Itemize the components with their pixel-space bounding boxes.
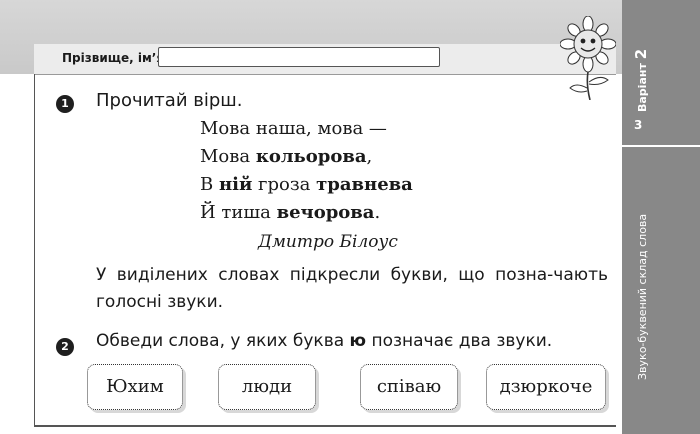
highlighted-word: ній (218, 174, 253, 195)
poem-text: Мова наша, мова — (200, 118, 387, 139)
name-bar: Прізвище, ім’я: (34, 44, 616, 75)
variant-label: Варіант 2 (632, 48, 650, 112)
poem-author: Дмитро Білоус (258, 232, 398, 252)
poem-line: Мова наша, мова — (200, 118, 387, 139)
word-box[interactable]: люди (218, 364, 316, 410)
task1-instruction: У виділених словах підкресли букви, що п… (96, 265, 608, 312)
poem-text: , (366, 146, 373, 167)
page-number: 3 (634, 118, 643, 132)
frame-left-line (34, 74, 35, 426)
highlighted-word: травнева (316, 174, 413, 195)
name-input[interactable] (158, 47, 440, 67)
highlighted-word: кольорова (255, 146, 367, 167)
highlighted-word: вечорова (276, 202, 375, 223)
poem-line: В ній гроза травнева (200, 174, 413, 195)
sunflower-mascot-icon (560, 16, 616, 100)
poem-text: гроза (252, 174, 317, 195)
frame-bottom-line (34, 425, 616, 427)
poem-line: Мова кольорова, (200, 146, 372, 167)
topic-label: Звуко-буквений склад слова (636, 213, 649, 380)
task-number-badge: 2 (56, 338, 74, 356)
poem-text: Мова (200, 146, 256, 167)
word-box[interactable]: співаю (360, 364, 458, 410)
poem-text: Й тиша (200, 202, 277, 223)
poem-line: Й тиша вечорова. (200, 202, 380, 223)
word-box[interactable]: Юхим (87, 364, 183, 410)
task-number-badge: 1 (56, 95, 74, 113)
name-label: Прізвище, ім’я: (62, 51, 169, 65)
sidebar: Варіант 2 3 Звуко-буквений склад слова (622, 0, 700, 434)
word-box[interactable]: дзюркоче (486, 364, 606, 410)
poem-text: . (374, 202, 381, 223)
poem-text: В (200, 174, 219, 195)
task2-text: Обведи слова, у яких буква ю позначає дв… (96, 331, 553, 351)
sidebar-divider (622, 145, 700, 147)
task1-title: Прочитай вірш. (96, 90, 243, 111)
highlight-letter: ю (349, 331, 367, 351)
